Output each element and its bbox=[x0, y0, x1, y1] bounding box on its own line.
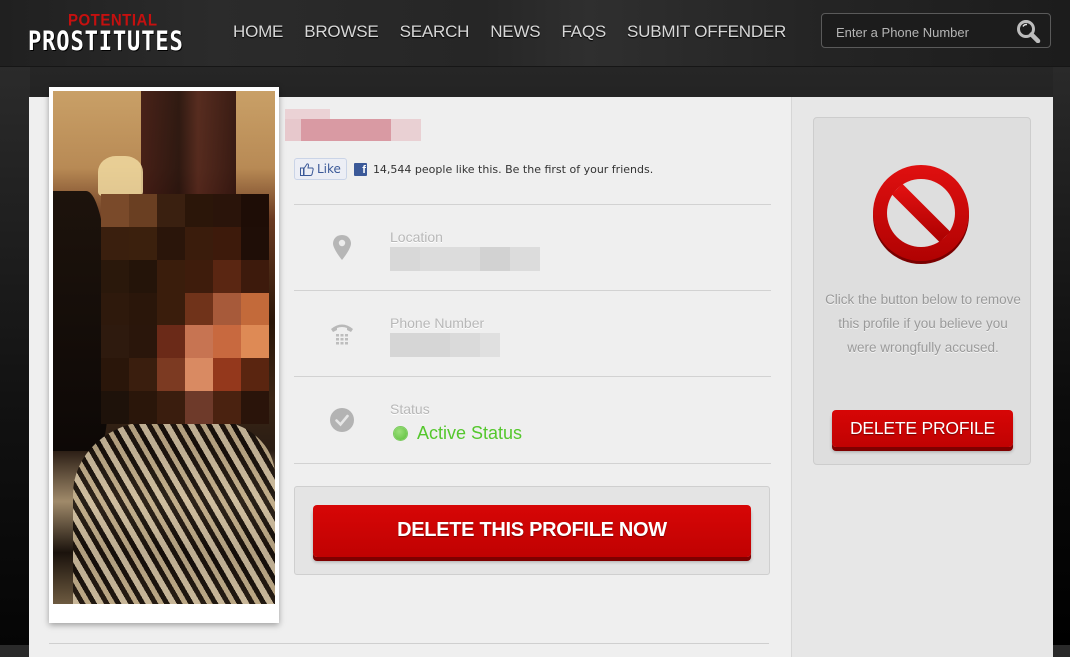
photo-hair bbox=[53, 191, 108, 451]
mosaic-tile bbox=[101, 358, 129, 392]
mosaic-tile bbox=[185, 259, 213, 293]
nav-search[interactable]: SEARCH bbox=[400, 22, 470, 42]
location-row: Location bbox=[294, 204, 771, 291]
mosaic-tile bbox=[185, 358, 213, 392]
pixelated-face bbox=[101, 194, 269, 424]
mosaic-tile bbox=[157, 391, 185, 424]
mosaic-tile bbox=[213, 226, 241, 260]
mosaic-tile bbox=[185, 194, 213, 227]
background-left bbox=[0, 66, 30, 645]
status-value: Active Status bbox=[394, 423, 522, 444]
mosaic-tile bbox=[213, 259, 241, 293]
mosaic-tile bbox=[185, 226, 213, 260]
nav-browse[interactable]: BROWSE bbox=[304, 22, 379, 42]
mosaic-tile bbox=[101, 194, 129, 227]
divider bbox=[49, 643, 769, 644]
mosaic-tile bbox=[241, 325, 269, 359]
photo-lamp bbox=[98, 156, 143, 196]
mosaic-tile bbox=[157, 259, 185, 293]
mosaic-tile bbox=[129, 259, 157, 293]
prohibited-icon bbox=[873, 165, 969, 264]
removal-info-box: Click the button below to remove this pr… bbox=[813, 117, 1031, 465]
mosaic-tile bbox=[157, 194, 185, 227]
phone-search-input[interactable] bbox=[834, 21, 1008, 43]
mosaic-tile bbox=[213, 358, 241, 392]
phone-value-redacted bbox=[390, 333, 500, 357]
location-value-redacted bbox=[390, 247, 540, 271]
facebook-like-label: Like bbox=[317, 162, 341, 176]
mosaic-tile bbox=[129, 226, 157, 260]
background-right bbox=[1053, 66, 1070, 645]
nav-home[interactable]: HOME bbox=[233, 22, 283, 42]
mosaic-tile bbox=[185, 292, 213, 326]
site-header: POTENTIAL PROSTITUTES HOME BROWSE SEARCH… bbox=[0, 0, 1070, 67]
mosaic-tile bbox=[129, 292, 157, 326]
nav-submit-offender[interactable]: SUBMIT OFFENDER bbox=[627, 22, 786, 42]
profile-photo bbox=[53, 91, 275, 604]
mosaic-tile bbox=[241, 194, 269, 227]
mosaic-tile bbox=[157, 226, 185, 260]
status-dot-icon bbox=[394, 427, 407, 440]
mosaic-tile bbox=[101, 259, 129, 293]
main-nav: HOME BROWSE SEARCH NEWS FAQS SUBMIT OFFE… bbox=[233, 22, 807, 42]
telephone-icon bbox=[331, 324, 353, 345]
delete-profile-button[interactable]: DELETE PROFILE bbox=[832, 410, 1013, 447]
search-button[interactable] bbox=[1016, 19, 1042, 44]
status-label: Status bbox=[390, 401, 430, 417]
mosaic-tile bbox=[213, 391, 241, 424]
status-text: Active Status bbox=[417, 423, 523, 443]
mosaic-tile bbox=[129, 358, 157, 392]
site-logo[interactable]: POTENTIAL PROSTITUTES bbox=[28, 10, 198, 58]
photo-zebra-clothing bbox=[73, 421, 275, 604]
logo-main-text: PROSTITUTES bbox=[28, 26, 184, 57]
mosaic-tile bbox=[213, 292, 241, 326]
facebook-icon: f bbox=[353, 162, 367, 176]
facebook-like-button[interactable]: Like bbox=[294, 158, 347, 180]
map-pin-icon bbox=[333, 235, 351, 260]
removal-message: Click the button below to remove this pr… bbox=[825, 292, 1021, 355]
location-label: Location bbox=[390, 229, 443, 245]
photo-curtain bbox=[141, 91, 236, 201]
mosaic-tile bbox=[129, 391, 157, 424]
profile-photo-frame bbox=[49, 87, 279, 623]
mosaic-tile bbox=[129, 194, 157, 227]
mosaic-tile bbox=[157, 292, 185, 326]
check-badge-icon bbox=[330, 408, 354, 432]
delete-action-box: DELETE THIS PROFILE NOW bbox=[294, 486, 770, 575]
facebook-like-count: 14,544 people like this. Be the first of… bbox=[372, 162, 654, 176]
phone-row: Phone Number bbox=[294, 290, 771, 377]
mosaic-tile bbox=[241, 226, 269, 260]
mosaic-tile bbox=[101, 391, 129, 424]
status-row: Status Active Status bbox=[294, 376, 771, 464]
mosaic-tile bbox=[101, 292, 129, 326]
nav-news[interactable]: NEWS bbox=[490, 22, 540, 42]
mosaic-tile bbox=[185, 391, 213, 424]
delete-profile-now-button[interactable]: DELETE THIS PROFILE NOW bbox=[313, 505, 751, 557]
thumbs-up-icon bbox=[300, 162, 314, 176]
mosaic-tile bbox=[241, 358, 269, 392]
mosaic-tile bbox=[101, 226, 129, 260]
mosaic-tile bbox=[129, 325, 157, 359]
mosaic-tile bbox=[241, 259, 269, 293]
magnifier-icon bbox=[1017, 20, 1041, 44]
mosaic-tile bbox=[241, 292, 269, 326]
facebook-like-widget: Like f 14,544 people like this. Be the f… bbox=[294, 158, 653, 180]
mosaic-tile bbox=[241, 391, 269, 424]
nav-faqs[interactable]: FAQS bbox=[561, 22, 606, 42]
mosaic-tile bbox=[213, 194, 241, 227]
phone-search bbox=[821, 13, 1051, 48]
mosaic-tile bbox=[213, 325, 241, 359]
mosaic-tile bbox=[185, 325, 213, 359]
mosaic-tile bbox=[157, 358, 185, 392]
mosaic-tile bbox=[157, 325, 185, 359]
mosaic-tile bbox=[101, 325, 129, 359]
phone-label: Phone Number bbox=[390, 315, 485, 331]
